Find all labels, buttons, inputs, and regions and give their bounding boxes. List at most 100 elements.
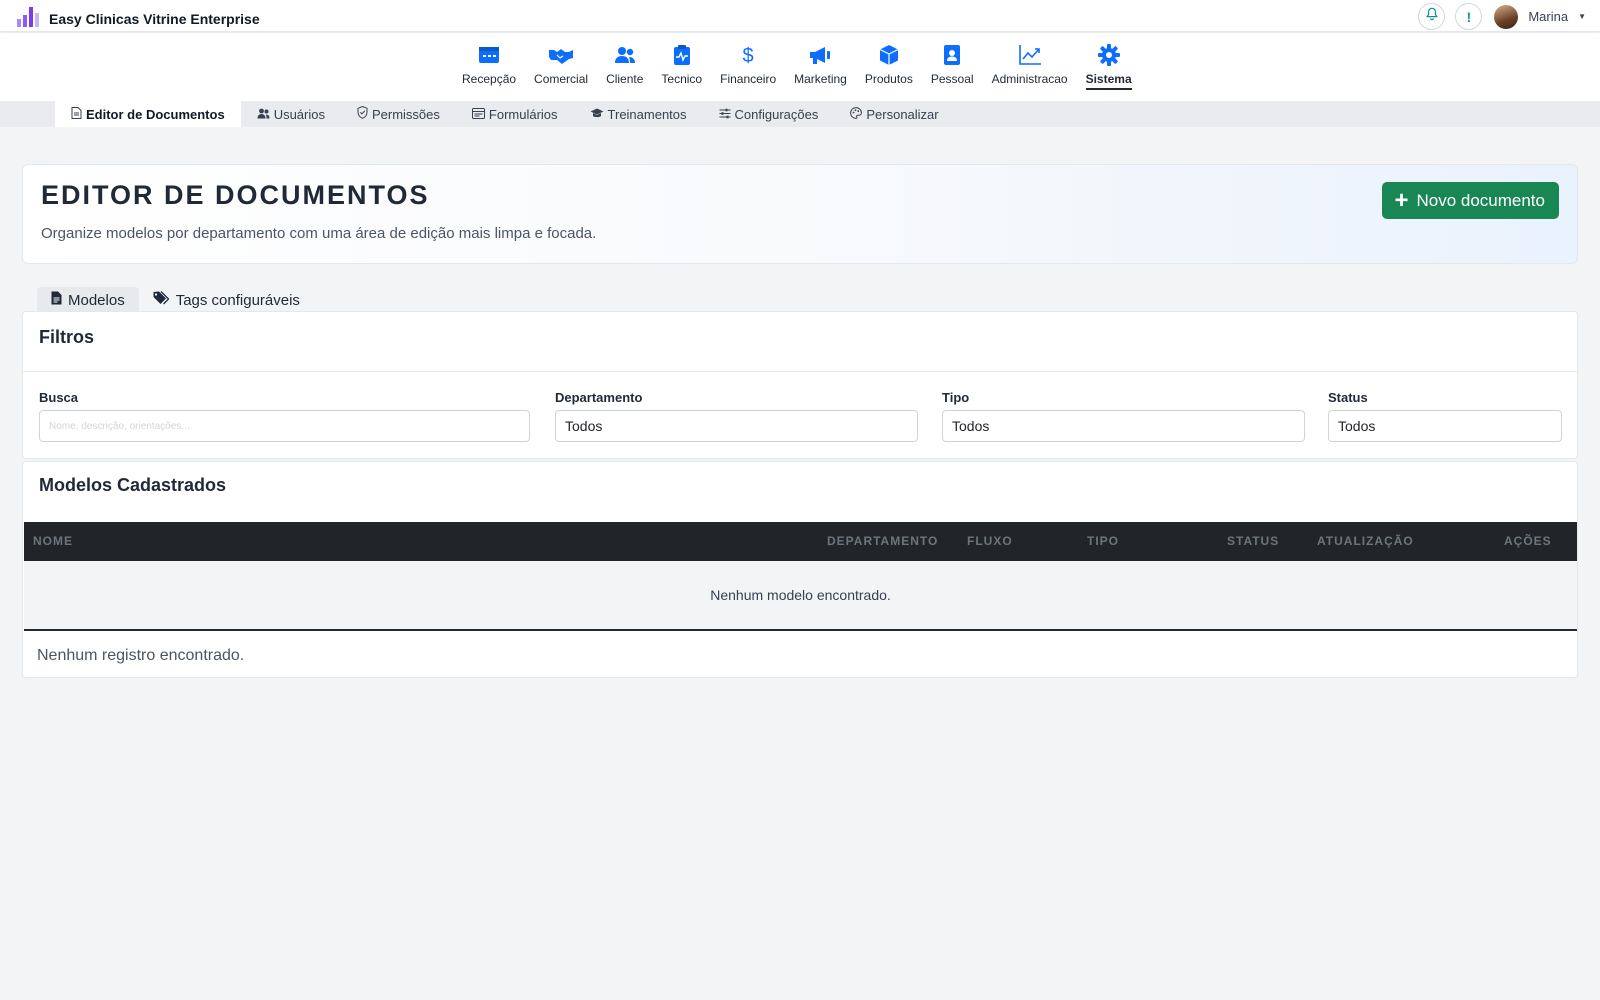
app-title: Easy Clinicas Vitrine Enterprise [49,10,260,27]
module-financeiro[interactable]: $ Financeiro [711,42,785,90]
page-header-card: EDITOR DE DOCUMENTOS Organize modelos po… [22,164,1578,264]
exclamation-icon: ! [1466,8,1472,25]
avatar[interactable] [1494,4,1519,29]
subnav-personalizar[interactable]: Personalizar [834,101,954,127]
models-title: Modelos Cadastrados [39,475,227,495]
search-input[interactable] [39,410,530,442]
top-bar: Easy Clinicas Vitrine Enterprise ! Marin… [0,0,1600,32]
graduation-cap-icon [590,107,604,122]
status-select[interactable]: Todos [1328,410,1562,442]
box-icon [876,42,902,68]
subnav-treinamentos[interactable]: Treinamentos [574,101,703,127]
alerts-button[interactable]: ! [1455,3,1483,30]
file-icon [51,291,62,309]
bar-chart-logo-icon [16,5,40,32]
module-nav: Recepção Comercial Cliente Tecnico $ Fin… [0,33,1600,101]
column-header-status[interactable]: STATUS [1227,534,1279,548]
subnav-label: Formulários [488,106,558,122]
models-card: Modelos Cadastrados NOME DEPARTAMENTO FL… [22,461,1578,678]
users-icon [257,107,270,122]
column-header-nome[interactable]: NOME [33,534,73,548]
module-label: Tecnico [661,72,703,86]
tab-tags-configuraveis[interactable]: Tags configuráveis [139,287,314,313]
module-comercial[interactable]: Comercial [525,42,597,90]
subnav-label: Permissões [371,106,440,122]
column-header-fluxo[interactable]: FLUXO [967,534,1013,548]
tabs: Modelos Tags configuráveis [37,287,314,313]
sub-nav: Editor de Documentos Usuários Permissões… [0,101,1600,127]
module-label: Administracao [991,72,1068,86]
tab-label: Tags configuráveis [175,291,300,309]
module-cliente[interactable]: Cliente [597,42,652,90]
module-recepcao[interactable]: Recepção [453,42,525,90]
handshake-icon [548,42,574,68]
tags-icon [153,291,170,309]
table-footer-text: Nenhum registro encontrado. [37,647,245,664]
type-select[interactable]: Todos [942,410,1305,442]
module-label: Sistema [1085,72,1132,90]
module-label: Produtos [864,72,913,86]
module-label: Marketing [794,72,847,86]
module-label: Recepção [462,72,517,86]
clipboard-pulse-icon [669,42,695,68]
module-pessoal[interactable]: Pessoal [922,42,983,90]
page-title: EDITOR DE DOCUMENTOS [41,180,430,210]
id-badge-icon [939,42,965,68]
department-select[interactable]: Todos [555,410,918,442]
reception-icon [476,42,502,68]
status-field: Status Todos [1328,390,1562,442]
search-label: Busca [39,390,79,405]
column-header-atualizacao[interactable]: ATUALIZAÇÃO [1317,534,1414,548]
subnav-configuracoes[interactable]: Configurações [703,101,835,127]
department-field: Departamento Todos [555,390,918,442]
users-icon [612,42,638,68]
megaphone-icon [807,42,833,68]
new-document-button[interactable]: + Novo documento [1382,182,1559,219]
module-label: Financeiro [720,72,777,86]
type-label: Tipo [942,390,970,405]
column-header-acoes: AÇÕES [1504,534,1552,548]
subnav-formularios[interactable]: Formulários [456,101,574,127]
filters-card: Filtros Busca Departamento Todos Tipo To… [22,311,1578,459]
module-administracao[interactable]: Administracao [983,42,1077,90]
plus-icon: + [1394,186,1409,214]
table-empty-row: Nenhum modelo encontrado. [24,561,1577,631]
brand[interactable]: Easy Clinicas Vitrine Enterprise [16,5,260,32]
module-produtos[interactable]: Produtos [856,42,922,90]
column-header-departamento[interactable]: DEPARTAMENTO [827,534,938,548]
chart-line-icon [1017,42,1043,68]
subnav-permissoes[interactable]: Permissões [341,101,456,127]
svg-text:$: $ [743,45,754,66]
module-tecnico[interactable]: Tecnico [652,42,711,90]
module-sistema[interactable]: Sistema [1077,42,1141,90]
subnav-label: Personalizar [866,106,939,122]
file-text-icon [71,106,82,122]
status-label: Status [1328,390,1368,405]
tab-modelos[interactable]: Modelos [37,287,139,313]
module-label: Pessoal [930,72,974,86]
new-document-label: Novo documento [1416,190,1545,210]
search-field: Busca [39,390,530,442]
subnav-label: Treinamentos [607,106,687,122]
module-label: Cliente [606,72,644,86]
subnav-editor-documentos[interactable]: Editor de Documentos [55,101,241,127]
type-field: Tipo Todos [942,390,1305,442]
shield-check-icon [357,105,368,122]
subnav-usuarios[interactable]: Usuários [241,101,341,127]
sliders-icon [719,107,731,122]
subnav-label: Usuários [273,106,325,122]
caret-down-icon[interactable]: ▼ [1578,12,1586,21]
module-marketing[interactable]: Marketing [785,42,856,90]
page-subtitle: Organize modelos por departamento com um… [41,225,597,242]
table-header: NOME DEPARTAMENTO FLUXO TIPO STATUS ATUA… [24,522,1577,561]
user-name[interactable]: Marina [1528,9,1568,24]
column-header-tipo[interactable]: TIPO [1087,534,1119,548]
module-label: Comercial [534,72,589,86]
subnav-label: Editor de Documentos [86,106,225,122]
subnav-label: Configurações [734,106,819,122]
filters-title: Filtros [23,312,1577,372]
dollar-icon: $ [735,42,761,68]
palette-icon [850,106,863,122]
notifications-button[interactable] [1418,3,1446,30]
gear-icon [1096,42,1122,68]
